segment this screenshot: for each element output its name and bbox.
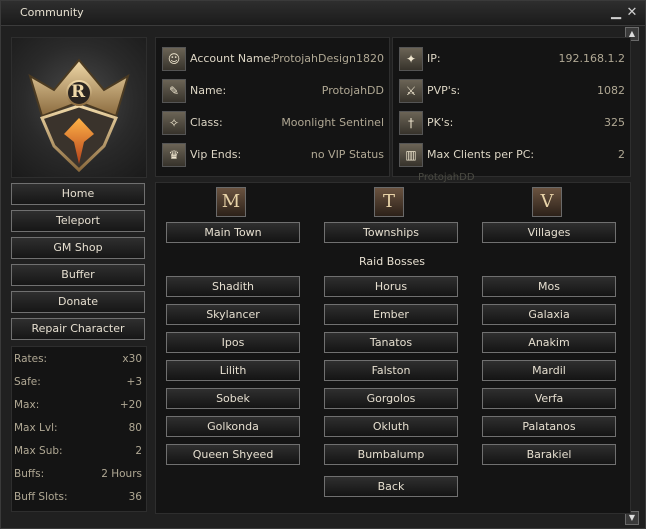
info-value: 1082 <box>597 84 625 97</box>
info-value: ProtojahDesign1820 <box>272 52 384 65</box>
raid-boss-button[interactable]: Shadith <box>166 276 300 297</box>
raid-boss-button[interactable]: Barakiel <box>482 444 616 465</box>
raid-boss-button[interactable]: Mardil <box>482 360 616 381</box>
info-value: Moonlight Sentinel <box>281 116 384 129</box>
info-label: Vip Ends: <box>190 148 242 161</box>
raid-boss-button[interactable]: Ipos <box>166 332 300 353</box>
info-label: Max Clients per PC: <box>427 148 535 161</box>
raid-boss-button[interactable]: Tanatos <box>324 332 458 353</box>
main-town-button[interactable]: Main Town <box>166 222 300 243</box>
info-row: ✧ Class: Moonlight Sentinel <box>162 111 384 137</box>
stat-value: 80 <box>128 422 142 434</box>
main-town-letter-icon[interactable]: M <box>216 187 246 217</box>
stat-row: Safe: +3 <box>14 376 142 392</box>
stat-row: Buffs: 2 Hours <box>14 468 142 484</box>
stat-label: Buffs: <box>14 468 45 480</box>
logo-letter: R <box>71 82 86 102</box>
info-label: IP: <box>427 52 441 65</box>
stat-row: Max Sub: 2 <box>14 445 142 461</box>
donate-button[interactable]: Donate <box>11 291 145 313</box>
window-title: Community <box>20 6 84 19</box>
info-row: ▥ Max Clients per PC: 2 <box>399 143 625 169</box>
info-value: no VIP Status <box>310 148 384 161</box>
vip-icon: ♛ <box>162 143 186 167</box>
server-stats-panel: Rates: x30 Safe: +3 Max: +20 Max Lvl: 80 Max… <box>11 346 147 512</box>
title-bar[interactable]: Community ▁ ✕ <box>1 1 645 26</box>
raid-boss-button[interactable]: Sobek <box>166 388 300 409</box>
info-row: ✎ Name: ProtojahDD <box>162 79 384 105</box>
class-icon: ✧ <box>162 111 186 135</box>
stat-label: Max Lvl: <box>14 422 58 434</box>
info-row: ☺ Account Name: ProtojahDesign1820 <box>162 47 384 73</box>
teleport-button[interactable]: Teleport <box>11 210 145 232</box>
villages-letter-icon[interactable]: V <box>532 187 562 217</box>
stat-label: Max: <box>14 399 40 411</box>
clients-icon: ▥ <box>399 143 423 167</box>
name-icon: ✎ <box>162 79 186 103</box>
info-value: 2 <box>618 148 625 161</box>
raid-boss-button[interactable]: Falston <box>324 360 458 381</box>
raid-boss-button[interactable]: Galaxia <box>482 304 616 325</box>
info-label: PK's: <box>427 116 454 129</box>
gm-shop-button[interactable]: GM Shop <box>11 237 145 259</box>
townships-button[interactable]: Townships <box>324 222 458 243</box>
info-value: 192.168.1.2 <box>558 52 625 65</box>
buffer-button[interactable]: Buffer <box>11 264 145 286</box>
repair-character-button[interactable]: Repair Character <box>11 318 145 340</box>
raid-boss-button[interactable]: Horus <box>324 276 458 297</box>
stat-value: 2 <box>135 445 142 457</box>
server-info-panel: ✦ IP: 192.168.1.2 ⚔ PVP's: 1082 † PK's: … <box>392 37 631 177</box>
townships-letter-icon[interactable]: T <box>374 187 404 217</box>
crest-emblem-icon <box>28 58 130 173</box>
server-logo: R <box>11 37 147 178</box>
minimize-button[interactable]: ▁ <box>609 6 623 20</box>
info-row: ♛ Vip Ends: no VIP Status <box>162 143 384 169</box>
stat-label: Rates: <box>14 353 48 365</box>
raid-boss-button[interactable]: Okluth <box>324 416 458 437</box>
back-button[interactable]: Back <box>324 476 458 497</box>
close-button[interactable]: ✕ <box>625 6 639 20</box>
info-label: Account Name: <box>190 52 275 65</box>
info-label: PVP's: <box>427 84 461 97</box>
raid-boss-button[interactable]: Bumbalump <box>324 444 458 465</box>
raid-boss-button[interactable]: Mos <box>482 276 616 297</box>
pk-icon: † <box>399 111 423 135</box>
raid-boss-button[interactable]: Lilith <box>166 360 300 381</box>
stat-value: x30 <box>122 353 142 365</box>
raid-boss-button[interactable]: Skylancer <box>166 304 300 325</box>
stat-row: Rates: x30 <box>14 353 142 369</box>
raid-boss-button[interactable]: Ember <box>324 304 458 325</box>
stat-label: Buff Slots: <box>14 491 68 503</box>
stat-row: Buff Slots: 36 <box>14 491 142 507</box>
info-label: Name: <box>190 84 227 97</box>
raid-boss-button[interactable]: Verfa <box>482 388 616 409</box>
info-row: ⚔ PVP's: 1082 <box>399 79 625 105</box>
info-row: † PK's: 325 <box>399 111 625 137</box>
stat-value: 2 Hours <box>101 468 142 480</box>
raid-boss-button[interactable]: Palatanos <box>482 416 616 437</box>
info-value: 325 <box>604 116 625 129</box>
pvp-icon: ⚔ <box>399 79 423 103</box>
account-info-panel: ☺ Account Name: ProtojahDesign1820 ✎ Nam… <box>155 37 390 177</box>
info-label: Class: <box>190 116 223 129</box>
raid-boss-button[interactable]: Anakim <box>482 332 616 353</box>
stat-label: Max Sub: <box>14 445 63 457</box>
raid-boss-button[interactable]: Golkonda <box>166 416 300 437</box>
stat-label: Safe: <box>14 376 41 388</box>
account-icon: ☺ <box>162 47 186 71</box>
stat-value: +3 <box>126 376 142 388</box>
raid-boss-button[interactable]: Gorgolos <box>324 388 458 409</box>
stat-value: +20 <box>119 399 142 411</box>
info-row: ✦ IP: 192.168.1.2 <box>399 47 625 73</box>
info-value: ProtojahDD <box>321 84 384 97</box>
stat-row: Max: +20 <box>14 399 142 415</box>
raid-boss-button[interactable]: Queen Shyeed <box>166 444 300 465</box>
home-button[interactable]: Home <box>11 183 145 205</box>
ip-icon: ✦ <box>399 47 423 71</box>
stat-row: Max Lvl: 80 <box>14 422 142 438</box>
stat-value: 36 <box>128 491 142 503</box>
villages-button[interactable]: Villages <box>482 222 616 243</box>
raid-bosses-title: Raid Bosses <box>359 255 425 268</box>
